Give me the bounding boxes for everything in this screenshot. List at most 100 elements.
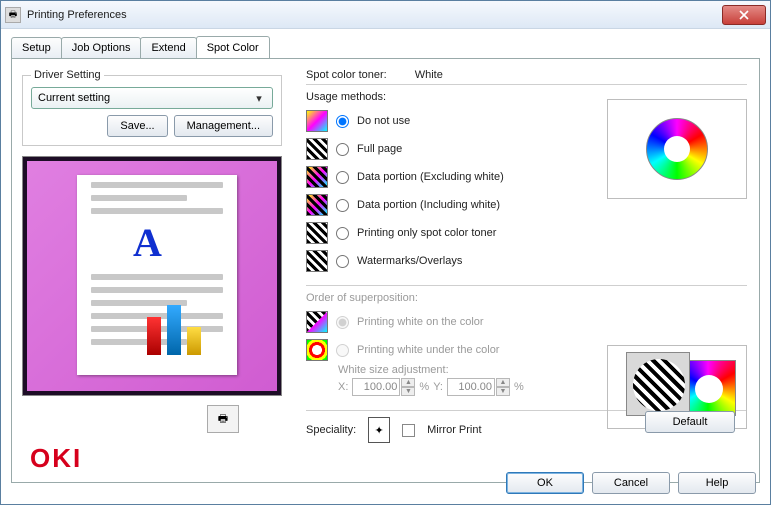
spin-down-icon: ▼ (401, 387, 415, 396)
usage-only-spot: Printing only spot color toner (306, 219, 586, 247)
stripe-swatch-icon (306, 250, 328, 272)
driver-setting-combo[interactable]: Current setting ▾ (31, 87, 273, 109)
y-label: Y: (433, 381, 443, 393)
gradient-swatch-icon (306, 110, 328, 132)
save-button[interactable]: Save... (107, 115, 167, 137)
tab-label: Job Options (72, 42, 131, 54)
usage-methods-label: Usage methods: (306, 91, 386, 103)
spot-toner-value: White (415, 69, 443, 81)
client-area: Setup Job Options Extend Spot Color Driv… (1, 29, 770, 504)
x-label: X: (338, 381, 348, 393)
titlebar: 🖶 Printing Preferences (1, 1, 770, 29)
preview-chart-icon (147, 295, 217, 355)
button-label: Help (706, 477, 729, 489)
radio-incl-white[interactable] (336, 199, 349, 212)
tab-job-options[interactable]: Job Options (61, 37, 142, 58)
preview-page: A (77, 175, 237, 375)
printer-icon: 🖶 (207, 405, 239, 433)
printer-app-icon: 🖶 (5, 7, 21, 23)
divider (306, 84, 747, 85)
diag-swatch-icon (306, 311, 328, 333)
usage-incl-white: Data portion (Including white) (306, 191, 586, 219)
ring-gradient-swatch-icon (306, 339, 328, 361)
mirror-print-checkbox[interactable] (402, 424, 415, 437)
white-size-adjustment-label: White size adjustment: (338, 364, 449, 376)
close-button[interactable] (722, 5, 766, 25)
button-label: Save... (120, 120, 154, 132)
radio-label: Printing white on the color (357, 316, 484, 328)
divider (306, 285, 747, 286)
usage-watermarks: Watermarks/Overlays (306, 247, 586, 275)
order-on-color: Printing white on the color (306, 308, 747, 336)
stripe-gradient-swatch-icon (306, 194, 328, 216)
radio-label: Do not use (357, 115, 410, 127)
tab-page-spot-color: Driver Setting Current setting ▾ Save...… (11, 58, 760, 483)
usage-preview-box (607, 99, 747, 199)
driver-setting-legend: Driver Setting (31, 69, 104, 81)
pct-label: % (419, 381, 429, 393)
radio-label: Data portion (Including white) (357, 199, 500, 211)
preview-letter: A (133, 219, 162, 266)
stripe-gradient-swatch-icon (306, 166, 328, 188)
tab-label: Spot Color (207, 42, 259, 54)
radio-watermarks[interactable] (336, 255, 349, 268)
spot-toner-label: Spot color toner: (306, 69, 387, 81)
driver-setting-group: Driver Setting Current setting ▾ Save...… (22, 69, 282, 146)
radio-label: Printing white under the color (357, 344, 499, 356)
radio-full-page[interactable] (336, 143, 349, 156)
radio-only-spot[interactable] (336, 227, 349, 240)
radio-do-not-use[interactable] (336, 115, 349, 128)
chevron-down-icon: ▾ (252, 92, 266, 105)
spin-up-icon: ▲ (496, 378, 510, 387)
dialog-buttons: OK Cancel Help (506, 472, 756, 494)
speciality-icon: ✦ (368, 417, 390, 443)
management-button[interactable]: Management... (174, 115, 273, 137)
usage-full-page: Full page (306, 135, 586, 163)
window: 🖶 Printing Preferences Setup Job Options… (0, 0, 771, 505)
radio-label: Printing only spot color toner (357, 227, 496, 239)
pct-label: % (514, 381, 524, 393)
spin-down-icon: ▼ (496, 387, 510, 396)
stripe-swatch-icon (306, 138, 328, 160)
button-label: OK (537, 477, 553, 489)
tab-spot-color[interactable]: Spot Color (196, 36, 270, 58)
radio-label: Data portion (Excluding white) (357, 171, 504, 183)
color-ring-icon (646, 118, 708, 180)
tab-extend[interactable]: Extend (140, 37, 196, 58)
button-label: Cancel (614, 477, 648, 489)
radio-white-on-color (336, 316, 349, 329)
y-input (447, 378, 495, 396)
radio-excl-white[interactable] (336, 171, 349, 184)
mirror-print-label: Mirror Print (427, 424, 481, 436)
order-label: Order of superposition: (306, 292, 418, 304)
button-label: Default (673, 416, 708, 428)
combo-value: Current setting (38, 92, 110, 104)
usage-methods-list: Do not use Full page Data portion (Exclu… (306, 107, 586, 275)
x-input (352, 378, 400, 396)
cancel-button[interactable]: Cancel (592, 472, 670, 494)
page-preview: A 🖶 (22, 156, 282, 396)
tab-setup[interactable]: Setup (11, 37, 62, 58)
close-icon (739, 10, 749, 20)
radio-label: Full page (357, 143, 402, 155)
default-button[interactable]: Default (645, 411, 735, 433)
radio-label: Watermarks/Overlays (357, 255, 462, 267)
y-spinner: ▲▼ (447, 378, 510, 396)
tab-bar: Setup Job Options Extend Spot Color (11, 37, 760, 58)
x-spinner: ▲▼ (352, 378, 415, 396)
radio-white-under-color (336, 344, 349, 357)
front-circle-icon (626, 352, 690, 416)
help-button[interactable]: Help (678, 472, 756, 494)
window-title: Printing Preferences (27, 9, 722, 21)
brand-logo: OKI (30, 443, 82, 474)
tab-label: Extend (151, 42, 185, 54)
usage-do-not-use: Do not use (306, 107, 586, 135)
preview-background: A (27, 161, 277, 391)
ok-button[interactable]: OK (506, 472, 584, 494)
spot-color-panel: Spot color toner: White Usage methods: D… (306, 69, 747, 443)
button-label: Management... (187, 120, 260, 132)
speciality-label: Speciality: (306, 424, 356, 436)
stripe-swatch-icon (306, 222, 328, 244)
tab-label: Setup (22, 42, 51, 54)
usage-excl-white: Data portion (Excluding white) (306, 163, 586, 191)
